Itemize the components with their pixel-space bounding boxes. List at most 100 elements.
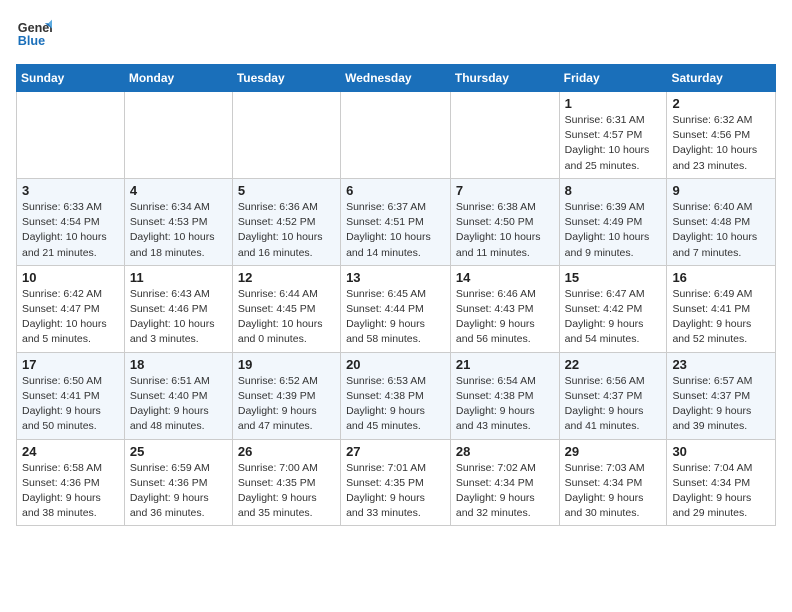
day-number: 28: [456, 444, 554, 459]
day-info: Sunrise: 6:43 AM Sunset: 4:46 PM Dayligh…: [130, 287, 227, 348]
calendar-week-row: 10 Sunrise: 6:42 AM Sunset: 4:47 PM Dayli…: [17, 265, 776, 352]
day-info: Sunrise: 6:34 AM Sunset: 4:53 PM Dayligh…: [130, 200, 227, 261]
calendar-week-row: 3 Sunrise: 6:33 AM Sunset: 4:54 PM Daylig…: [17, 178, 776, 265]
day-number: 21: [456, 357, 554, 372]
calendar-cell: 30Sunrise: 7:04 AM Sunset: 4:34 PM Dayli…: [667, 439, 776, 526]
calendar-cell: 15 Sunrise: 6:47 AM Sunset: 4:42 PM Dayli…: [559, 265, 667, 352]
weekday-header-sunday: Sunday: [17, 65, 125, 92]
day-number: 13: [346, 270, 445, 285]
day-info: Sunrise: 6:59 AM Sunset: 4:36 PM Dayligh…: [130, 461, 227, 522]
calendar-week-row: 17 Sunrise: 6:50 AM Sunset: 4:41 PM Dayli…: [17, 352, 776, 439]
day-info: Sunrise: 6:40 AM Sunset: 4:48 PM Dayligh…: [672, 200, 770, 261]
calendar-cell: [341, 92, 451, 179]
weekday-header-tuesday: Tuesday: [232, 65, 340, 92]
calendar-cell: 19 Sunrise: 6:52 AM Sunset: 4:39 PM Dayli…: [232, 352, 340, 439]
calendar-cell: 27 Sunrise: 7:01 AM Sunset: 4:35 PM Dayli…: [341, 439, 451, 526]
day-info: Sunrise: 6:44 AM Sunset: 4:45 PM Dayligh…: [238, 287, 335, 348]
day-number: 25: [130, 444, 227, 459]
calendar-week-row: 24 Sunrise: 6:58 AM Sunset: 4:36 PM Dayli…: [17, 439, 776, 526]
calendar-table: SundayMondayTuesdayWednesdayThursdayFrid…: [16, 64, 776, 526]
calendar-cell: 22Sunrise: 6:56 AM Sunset: 4:37 PM Dayli…: [559, 352, 667, 439]
day-info: Sunrise: 6:51 AM Sunset: 4:40 PM Dayligh…: [130, 374, 227, 435]
day-number: 7: [456, 183, 554, 198]
logo: General Blue: [16, 16, 52, 52]
calendar-cell: 9 Sunrise: 6:40 AM Sunset: 4:48 PM Daylig…: [667, 178, 776, 265]
calendar-week-row: 1 Sunrise: 6:31 AM Sunset: 4:57 PM Daylig…: [17, 92, 776, 179]
weekday-header-friday: Friday: [559, 65, 667, 92]
day-info: Sunrise: 6:39 AM Sunset: 4:49 PM Dayligh…: [565, 200, 662, 261]
day-info: Sunrise: 6:53 AM Sunset: 4:38 PM Dayligh…: [346, 374, 445, 435]
day-info: Sunrise: 6:49 AM Sunset: 4:41 PM Dayligh…: [672, 287, 770, 348]
calendar-cell: 8Sunrise: 6:39 AM Sunset: 4:49 PM Daylig…: [559, 178, 667, 265]
day-number: 19: [238, 357, 335, 372]
calendar-cell: 4Sunrise: 6:34 AM Sunset: 4:53 PM Daylig…: [124, 178, 232, 265]
svg-text:Blue: Blue: [18, 34, 45, 48]
day-number: 2: [672, 96, 770, 111]
day-number: 18: [130, 357, 227, 372]
calendar-cell: 6 Sunrise: 6:37 AM Sunset: 4:51 PM Daylig…: [341, 178, 451, 265]
calendar-cell: [232, 92, 340, 179]
calendar-cell: 25 Sunrise: 6:59 AM Sunset: 4:36 PM Dayli…: [124, 439, 232, 526]
day-number: 15: [565, 270, 662, 285]
calendar-cell: 29 Sunrise: 7:03 AM Sunset: 4:34 PM Dayli…: [559, 439, 667, 526]
day-number: 6: [346, 183, 445, 198]
calendar-cell: 21Sunrise: 6:54 AM Sunset: 4:38 PM Dayli…: [450, 352, 559, 439]
day-number: 27: [346, 444, 445, 459]
calendar-cell: 12 Sunrise: 6:44 AM Sunset: 4:45 PM Dayli…: [232, 265, 340, 352]
calendar-cell: 20 Sunrise: 6:53 AM Sunset: 4:38 PM Dayli…: [341, 352, 451, 439]
calendar-cell: 28 Sunrise: 7:02 AM Sunset: 4:34 PM Dayli…: [450, 439, 559, 526]
day-info: Sunrise: 6:33 AM Sunset: 4:54 PM Dayligh…: [22, 200, 119, 261]
day-info: Sunrise: 6:45 AM Sunset: 4:44 PM Dayligh…: [346, 287, 445, 348]
day-info: Sunrise: 6:58 AM Sunset: 4:36 PM Dayligh…: [22, 461, 119, 522]
day-info: Sunrise: 6:42 AM Sunset: 4:47 PM Dayligh…: [22, 287, 119, 348]
weekday-header-monday: Monday: [124, 65, 232, 92]
day-info: Sunrise: 7:03 AM Sunset: 4:34 PM Dayligh…: [565, 461, 662, 522]
calendar-cell: 7 Sunrise: 6:38 AM Sunset: 4:50 PM Daylig…: [450, 178, 559, 265]
page-header: General Blue: [16, 16, 776, 52]
day-info: Sunrise: 6:38 AM Sunset: 4:50 PM Dayligh…: [456, 200, 554, 261]
calendar-cell: 11Sunrise: 6:43 AM Sunset: 4:46 PM Dayli…: [124, 265, 232, 352]
day-number: 24: [22, 444, 119, 459]
day-number: 9: [672, 183, 770, 198]
day-number: 3: [22, 183, 119, 198]
day-info: Sunrise: 6:50 AM Sunset: 4:41 PM Dayligh…: [22, 374, 119, 435]
calendar-cell: 14 Sunrise: 6:46 AM Sunset: 4:43 PM Dayli…: [450, 265, 559, 352]
day-number: 29: [565, 444, 662, 459]
day-info: Sunrise: 6:47 AM Sunset: 4:42 PM Dayligh…: [565, 287, 662, 348]
calendar-cell: 5Sunrise: 6:36 AM Sunset: 4:52 PM Daylig…: [232, 178, 340, 265]
calendar-cell: 24 Sunrise: 6:58 AM Sunset: 4:36 PM Dayli…: [17, 439, 125, 526]
day-number: 23: [672, 357, 770, 372]
calendar-cell: 13 Sunrise: 6:45 AM Sunset: 4:44 PM Dayli…: [341, 265, 451, 352]
calendar-cell: 17 Sunrise: 6:50 AM Sunset: 4:41 PM Dayli…: [17, 352, 125, 439]
day-number: 10: [22, 270, 119, 285]
day-number: 26: [238, 444, 335, 459]
calendar-cell: 18 Sunrise: 6:51 AM Sunset: 4:40 PM Dayli…: [124, 352, 232, 439]
day-number: 12: [238, 270, 335, 285]
day-info: Sunrise: 7:02 AM Sunset: 4:34 PM Dayligh…: [456, 461, 554, 522]
day-number: 14: [456, 270, 554, 285]
day-info: Sunrise: 6:36 AM Sunset: 4:52 PM Dayligh…: [238, 200, 335, 261]
weekday-header-thursday: Thursday: [450, 65, 559, 92]
calendar-cell: 1 Sunrise: 6:31 AM Sunset: 4:57 PM Daylig…: [559, 92, 667, 179]
calendar-cell: 3 Sunrise: 6:33 AM Sunset: 4:54 PM Daylig…: [17, 178, 125, 265]
day-info: Sunrise: 7:01 AM Sunset: 4:35 PM Dayligh…: [346, 461, 445, 522]
calendar-cell: 16 Sunrise: 6:49 AM Sunset: 4:41 PM Dayli…: [667, 265, 776, 352]
day-info: Sunrise: 6:46 AM Sunset: 4:43 PM Dayligh…: [456, 287, 554, 348]
day-info: Sunrise: 6:31 AM Sunset: 4:57 PM Dayligh…: [565, 113, 662, 174]
calendar-cell: 2 Sunrise: 6:32 AM Sunset: 4:56 PM Daylig…: [667, 92, 776, 179]
day-info: Sunrise: 7:00 AM Sunset: 4:35 PM Dayligh…: [238, 461, 335, 522]
day-number: 20: [346, 357, 445, 372]
day-info: Sunrise: 6:37 AM Sunset: 4:51 PM Dayligh…: [346, 200, 445, 261]
day-number: 16: [672, 270, 770, 285]
day-info: Sunrise: 6:32 AM Sunset: 4:56 PM Dayligh…: [672, 113, 770, 174]
day-number: 22: [565, 357, 662, 372]
day-number: 17: [22, 357, 119, 372]
weekday-header-saturday: Saturday: [667, 65, 776, 92]
calendar-cell: [17, 92, 125, 179]
day-info: Sunrise: 6:52 AM Sunset: 4:39 PM Dayligh…: [238, 374, 335, 435]
calendar-cell: 23Sunrise: 6:57 AM Sunset: 4:37 PM Dayli…: [667, 352, 776, 439]
weekday-header-wednesday: Wednesday: [341, 65, 451, 92]
calendar-cell: 26 Sunrise: 7:00 AM Sunset: 4:35 PM Dayli…: [232, 439, 340, 526]
day-number: 1: [565, 96, 662, 111]
calendar-header-row: SundayMondayTuesdayWednesdayThursdayFrid…: [17, 65, 776, 92]
